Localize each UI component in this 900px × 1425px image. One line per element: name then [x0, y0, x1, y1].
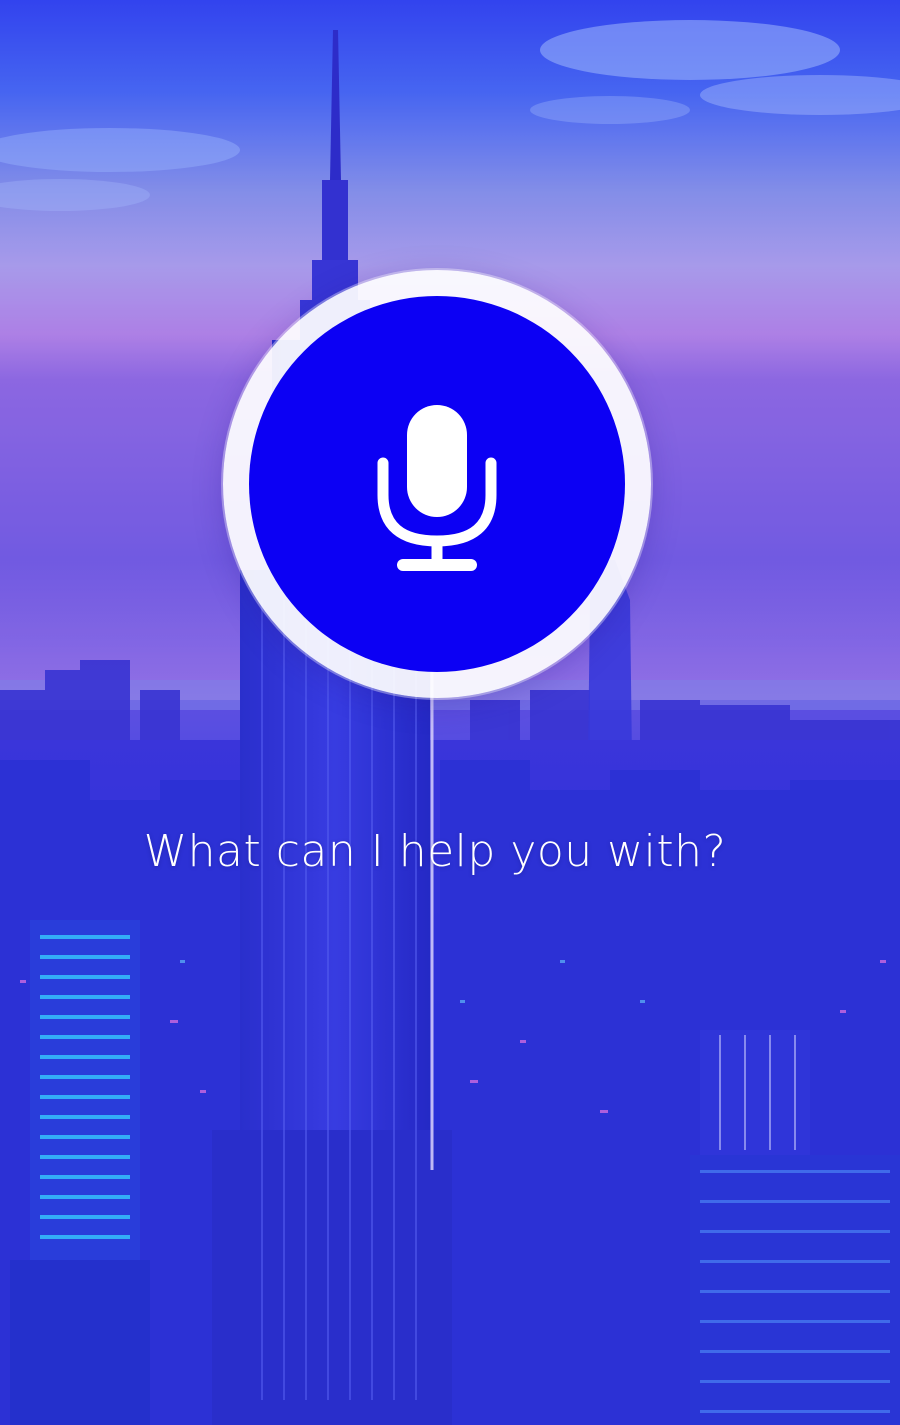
assistant-prompt: What can I help you with?: [143, 826, 727, 877]
city-skyline-background: [0, 0, 900, 1425]
mic-button[interactable]: [249, 296, 625, 672]
microphone-icon: [377, 405, 497, 571]
voice-assistant-screen: What can I help you with?: [0, 0, 900, 1425]
